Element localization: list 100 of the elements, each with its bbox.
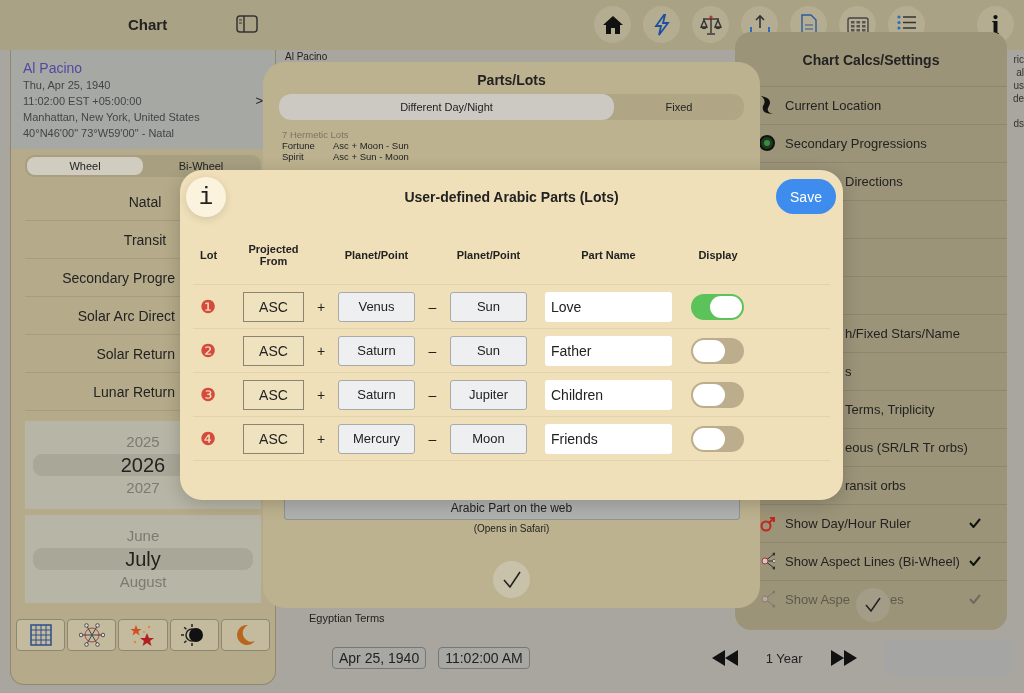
planet-button[interactable]: Sun (450, 335, 527, 366)
lot-number: ❷ (199, 339, 217, 362)
display-toggle[interactable] (691, 425, 744, 452)
chart-legend-text: us (1013, 79, 1024, 92)
part-name-field[interactable]: Father (545, 335, 672, 366)
planet-button[interactable]: Moon (450, 423, 527, 454)
month-option: August (119, 572, 167, 592)
chart-legend-text: ric (1013, 53, 1024, 66)
month-option: June (126, 526, 160, 546)
grid-icon[interactable] (16, 619, 66, 651)
chart-name: Al Pacino (285, 51, 328, 62)
year-option: 2027 (126, 478, 160, 498)
chart-card[interactable]: Al Pacino Thu, Apr 25, 1940 11:02:00 EST +05:00:00 Manhattan, New York, United States 40°N46'00" 73°W59'00" - Natal > (11, 50, 275, 149)
projected-from-field[interactable]: ASC (243, 423, 304, 454)
wheel-tab[interactable]: Bi-Wheel (143, 157, 259, 175)
chevron-icon: > (255, 93, 263, 108)
aspect-lines-icon (759, 588, 775, 610)
checkmark-icon (863, 595, 883, 615)
lot-name: Fortune (282, 140, 316, 151)
fast-forward-icon[interactable] (830, 650, 857, 666)
chart-detail: Manhattan, New York, United States (23, 110, 201, 125)
chart-detail: Thu, Apr 25, 1940 (23, 78, 112, 93)
chart-legend-text: ds (1013, 117, 1024, 130)
planet-button[interactable]: Saturn (338, 379, 415, 410)
item-label: Show Aspect Lines (Bi-Wheel) (785, 554, 960, 569)
lot-number: ❸ (199, 383, 217, 406)
planet-button[interactable]: Mercury (338, 423, 415, 454)
item-label: h/Fixed Stars/Name (845, 326, 960, 341)
item-label: Current Location (785, 98, 882, 113)
lightning-icon[interactable] (643, 6, 680, 43)
info-button[interactable]: i (186, 177, 226, 217)
web-note: (Opens in Safari) (473, 523, 550, 534)
item-label: Directions (845, 174, 903, 189)
item-label: Terms, Triplicity (845, 402, 935, 417)
chart-detail: 40°N46'00" 73°W59'00" - Natal (23, 126, 176, 141)
projected-from-field[interactable]: ASC (243, 291, 304, 322)
terms-label: Egyptian Terms (309, 612, 385, 624)
minus-sign: – (427, 342, 438, 359)
lot-formula: Asc + Moon - Sun (333, 140, 409, 151)
plus-sign: + (315, 430, 327, 447)
step-label: 1 Year (765, 650, 803, 666)
popover-title: Chart Calcs/Settings (801, 52, 941, 70)
part-name-field[interactable]: Friends (545, 423, 672, 454)
part-name-field[interactable]: Love (545, 291, 672, 322)
scales-icon[interactable] (692, 6, 729, 43)
lot-name: Spirit (282, 151, 305, 162)
item-label: ransit orbs (845, 478, 906, 493)
sidebar-toggle-icon[interactable] (236, 15, 258, 33)
column-header: Planet/Point (455, 249, 522, 261)
lot-type-tab[interactable]: Different Day/Night (279, 94, 614, 120)
progression-icon (759, 132, 775, 154)
time-field[interactable]: 11:02:00 AM (438, 647, 530, 669)
mars-symbol-icon (759, 512, 775, 534)
date-field[interactable]: Apr 25, 1940 (332, 647, 427, 669)
item-label: s (845, 364, 852, 379)
column-header: Part Name (580, 249, 637, 261)
aspect-lines-icon (759, 550, 775, 572)
stars-icon[interactable] (118, 619, 168, 651)
confirm-button[interactable] (493, 561, 530, 598)
person-name: Al Pacino (23, 60, 84, 76)
plus-sign: + (315, 386, 327, 403)
confirm-button[interactable] (856, 588, 890, 622)
sheet-title: Parts/Lots (476, 72, 547, 88)
item-label: Secondary Progressions (785, 136, 927, 151)
screen-title: Chart (128, 16, 168, 33)
projected-from-field[interactable]: ASC (243, 335, 304, 366)
rewind-icon[interactable] (711, 650, 738, 666)
item-label: Show Aspe (785, 592, 851, 607)
home-icon[interactable] (594, 6, 631, 43)
minus-sign: – (427, 298, 438, 315)
eclipse-icon[interactable] (169, 619, 219, 651)
plus-sign: + (315, 298, 327, 315)
plus-sign: + (315, 342, 327, 359)
dialog-title: User-defined Arabic Parts (Lots) (404, 189, 619, 205)
chart-legend-text: de (1012, 92, 1024, 105)
planet-button[interactable]: Sun (450, 291, 527, 322)
planet-button[interactable]: Jupiter (450, 379, 527, 410)
wheel-tab[interactable]: Wheel (27, 157, 143, 175)
column-header: Planet/Point (343, 249, 410, 261)
item-label: eous (SR/LR Tr orbs) (845, 440, 968, 455)
display-toggle[interactable] (691, 337, 744, 364)
column-header: Display (697, 249, 739, 261)
column-header: Lot (199, 249, 219, 261)
planet-button[interactable]: Venus (338, 291, 415, 322)
part-name-field[interactable]: Children (545, 379, 672, 410)
year-option: 2026 (120, 452, 166, 478)
aspect-web-icon[interactable] (67, 619, 117, 651)
minus-sign: – (427, 430, 438, 447)
projected-from-field[interactable]: ASC (243, 379, 304, 410)
lot-formula: Asc + Sun - Moon (333, 151, 409, 162)
display-toggle[interactable] (691, 381, 744, 408)
location-icon (759, 94, 775, 116)
month-picker[interactable]: June July August (25, 515, 261, 603)
minus-sign: – (427, 386, 438, 403)
display-toggle[interactable] (691, 293, 744, 320)
lot-number: ❶ (199, 295, 217, 318)
item-label: Show Day/Hour Ruler (785, 516, 911, 531)
planet-button[interactable]: Saturn (338, 335, 415, 366)
month-option: July (125, 546, 161, 572)
chart-legend-text: al (1016, 66, 1024, 79)
